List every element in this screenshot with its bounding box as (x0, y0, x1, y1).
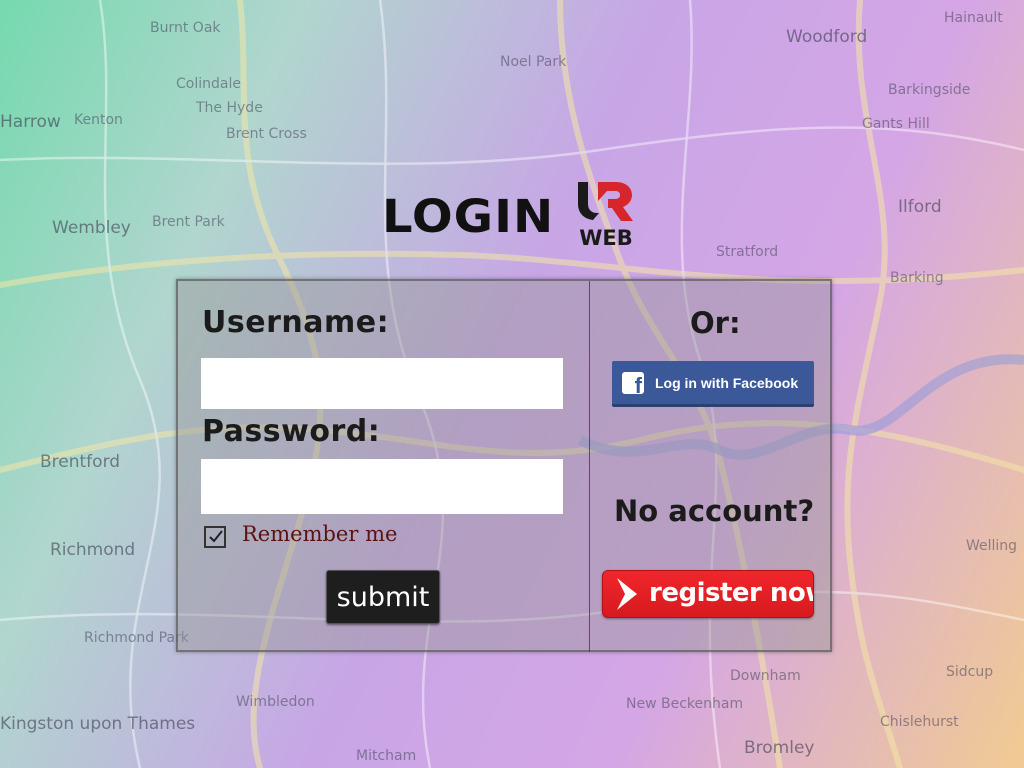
password-label: Password: (202, 414, 381, 449)
map-label: Mitcham (356, 748, 417, 764)
map-label: Ilford (898, 197, 942, 217)
facebook-login-label: Log in with Facebook (655, 374, 799, 391)
map-label: Brent Cross (226, 126, 307, 142)
submit-button[interactable]: submit (326, 570, 440, 624)
map-label: Colindale (176, 76, 241, 92)
panel-divider (589, 281, 590, 652)
map-label: Kenton (74, 112, 123, 128)
map-label: The Hyde (196, 100, 263, 116)
or-label: Or: (690, 306, 741, 340)
map-label: Sidcup (946, 664, 994, 680)
map-label: Barking (890, 270, 944, 286)
logo-text: WEB (579, 226, 633, 248)
arrow-right-icon (617, 578, 637, 610)
map-label: Noel Park (500, 54, 567, 70)
no-account-label: No account? (614, 494, 815, 528)
login-panel: Username: Password: Remember me submit O… (176, 279, 832, 652)
map-label: Burnt Oak (150, 20, 221, 36)
map-label: Wimbledon (236, 694, 315, 710)
map-label: Harrow (0, 112, 61, 132)
map-label: Downham (730, 668, 801, 684)
map-label: Chislehurst (880, 714, 959, 730)
map-label: Brentford (40, 452, 121, 472)
map-label: New Beckenham (626, 696, 744, 712)
username-label: Username: (202, 305, 390, 340)
remember-me-label[interactable]: Remember me (242, 522, 397, 546)
map-label: Barkingside (888, 82, 971, 98)
map-label: Gants Hill (862, 116, 930, 132)
facebook-login-button[interactable]: f Log in with Facebook (612, 361, 814, 407)
login-title: LOGIN (382, 190, 555, 244)
map-label: Richmond Park (84, 630, 189, 646)
map-label: Hainault (944, 10, 1003, 26)
map-label: Wembley (52, 218, 131, 238)
map-label: Woodford (786, 27, 868, 47)
map-label: Stratford (716, 244, 779, 260)
password-input[interactable] (201, 459, 563, 514)
register-now-label: register now (649, 578, 814, 608)
remember-me-checkbox[interactable] (204, 526, 226, 548)
map-label: Bromley (744, 738, 815, 758)
username-input[interactable] (201, 358, 563, 409)
map-label: Welling (966, 538, 1018, 554)
checkmark-icon (209, 530, 223, 543)
map-label: Brent Park (152, 214, 225, 230)
register-now-button[interactable]: register now (602, 570, 814, 618)
facebook-icon: f (622, 371, 644, 396)
ur-web-logo: WEB (578, 182, 633, 248)
map-label: Kingston upon Thames (0, 714, 196, 734)
map-label: Richmond (50, 540, 136, 560)
